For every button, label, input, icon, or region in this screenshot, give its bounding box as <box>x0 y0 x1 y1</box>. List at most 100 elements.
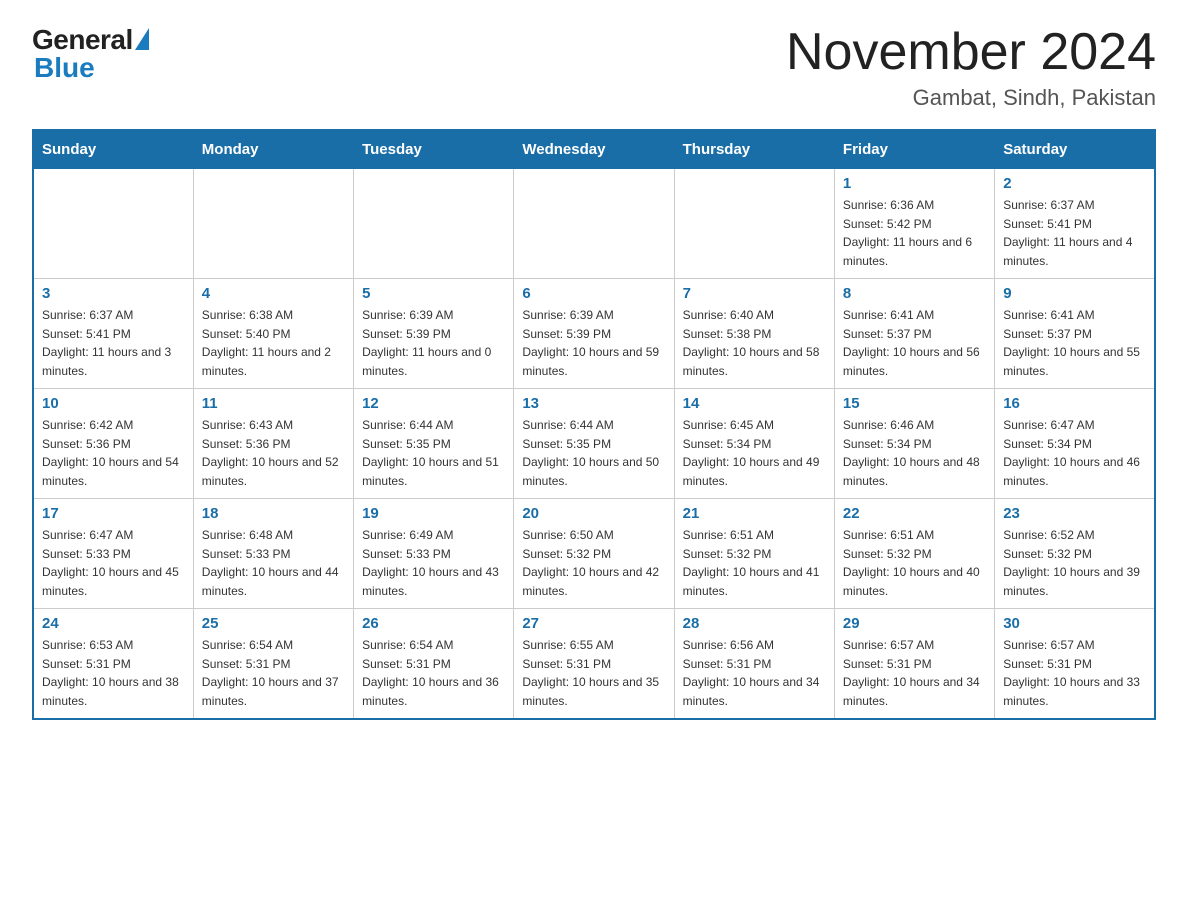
calendar-cell <box>514 169 674 279</box>
day-info: Sunrise: 6:37 AMSunset: 5:41 PMDaylight:… <box>42 308 171 378</box>
day-number: 13 <box>522 395 665 412</box>
calendar-header-row: SundayMondayTuesdayWednesdayThursdayFrid… <box>33 130 1155 169</box>
day-info: Sunrise: 6:43 AMSunset: 5:36 PMDaylight:… <box>202 418 339 488</box>
calendar-week-row: 17Sunrise: 6:47 AMSunset: 5:33 PMDayligh… <box>33 499 1155 609</box>
logo-blue-text: Blue <box>34 52 95 84</box>
calendar-cell: 8 Sunrise: 6:41 AMSunset: 5:37 PMDaylight… <box>834 279 994 389</box>
day-number: 17 <box>42 505 185 522</box>
day-info: Sunrise: 6:47 AMSunset: 5:34 PMDaylight:… <box>1003 418 1140 488</box>
day-number: 22 <box>843 505 986 522</box>
calendar-cell: 23Sunrise: 6:52 AMSunset: 5:32 PMDayligh… <box>995 499 1155 609</box>
day-number: 11 <box>202 395 345 412</box>
calendar-cell: 13 Sunrise: 6:44 AMSunset: 5:35 PMDayligh… <box>514 389 674 499</box>
day-info: Sunrise: 6:57 AMSunset: 5:31 PMDaylight:… <box>843 638 980 708</box>
day-info: Sunrise: 6:56 AMSunset: 5:31 PMDaylight:… <box>683 638 820 708</box>
day-info: Sunrise: 6:42 AMSunset: 5:36 PMDaylight:… <box>42 418 179 488</box>
day-number: 12 <box>362 395 505 412</box>
day-number: 8 <box>843 285 986 302</box>
day-number: 3 <box>42 285 185 302</box>
day-number: 24 <box>42 615 185 632</box>
month-title: November 2024 <box>786 24 1156 81</box>
col-header-wednesday: Wednesday <box>514 130 674 169</box>
calendar-cell: 22 Sunrise: 6:51 AMSunset: 5:32 PMDayligh… <box>834 499 994 609</box>
day-number: 4 <box>202 285 345 302</box>
calendar-cell: 18 Sunrise: 6:48 AMSunset: 5:33 PMDayligh… <box>193 499 353 609</box>
day-number: 19 <box>362 505 505 522</box>
logo-triangle-icon <box>135 28 149 50</box>
calendar-week-row: 1 Sunrise: 6:36 AMSunset: 5:42 PMDaylight… <box>33 169 1155 279</box>
day-info: Sunrise: 6:55 AMSunset: 5:31 PMDaylight:… <box>522 638 659 708</box>
day-number: 25 <box>202 615 345 632</box>
calendar-cell <box>193 169 353 279</box>
calendar-cell: 25 Sunrise: 6:54 AMSunset: 5:31 PMDayligh… <box>193 609 353 719</box>
day-number: 20 <box>522 505 665 522</box>
col-header-sunday: Sunday <box>33 130 193 169</box>
calendar-cell <box>674 169 834 279</box>
calendar-week-row: 10 Sunrise: 6:42 AMSunset: 5:36 PMDayligh… <box>33 389 1155 499</box>
day-number: 30 <box>1003 615 1146 632</box>
day-info: Sunrise: 6:46 AMSunset: 5:34 PMDaylight:… <box>843 418 980 488</box>
day-info: Sunrise: 6:39 AMSunset: 5:39 PMDaylight:… <box>522 308 659 378</box>
day-number: 6 <box>522 285 665 302</box>
day-number: 21 <box>683 505 826 522</box>
calendar-cell: 15 Sunrise: 6:46 AMSunset: 5:34 PMDayligh… <box>834 389 994 499</box>
day-number: 18 <box>202 505 345 522</box>
title-area: November 2024 Gambat, Sindh, Pakistan <box>786 24 1156 111</box>
day-number: 14 <box>683 395 826 412</box>
day-number: 27 <box>522 615 665 632</box>
calendar-cell: 24 Sunrise: 6:53 AMSunset: 5:31 PMDayligh… <box>33 609 193 719</box>
day-number: 1 <box>843 175 986 192</box>
day-info: Sunrise: 6:51 AMSunset: 5:32 PMDaylight:… <box>843 528 980 598</box>
calendar-cell: 16 Sunrise: 6:47 AMSunset: 5:34 PMDayligh… <box>995 389 1155 499</box>
day-info: Sunrise: 6:48 AMSunset: 5:33 PMDaylight:… <box>202 528 339 598</box>
location-text: Gambat, Sindh, Pakistan <box>786 85 1156 111</box>
calendar-cell: 4 Sunrise: 6:38 AMSunset: 5:40 PMDaylight… <box>193 279 353 389</box>
day-info: Sunrise: 6:37 AMSunset: 5:41 PMDaylight:… <box>1003 198 1132 268</box>
day-info: Sunrise: 6:41 AMSunset: 5:37 PMDaylight:… <box>843 308 980 378</box>
day-info: Sunrise: 6:36 AMSunset: 5:42 PMDaylight:… <box>843 198 972 268</box>
calendar-week-row: 24 Sunrise: 6:53 AMSunset: 5:31 PMDayligh… <box>33 609 1155 719</box>
logo: General Blue <box>32 24 149 84</box>
day-number: 10 <box>42 395 185 412</box>
day-info: Sunrise: 6:41 AMSunset: 5:37 PMDaylight:… <box>1003 308 1140 378</box>
calendar-cell: 17Sunrise: 6:47 AMSunset: 5:33 PMDayligh… <box>33 499 193 609</box>
calendar-cell <box>33 169 193 279</box>
day-number: 15 <box>843 395 986 412</box>
day-number: 9 <box>1003 285 1146 302</box>
calendar-cell <box>354 169 514 279</box>
day-info: Sunrise: 6:54 AMSunset: 5:31 PMDaylight:… <box>202 638 339 708</box>
day-info: Sunrise: 6:49 AMSunset: 5:33 PMDaylight:… <box>362 528 499 598</box>
calendar-cell: 1 Sunrise: 6:36 AMSunset: 5:42 PMDaylight… <box>834 169 994 279</box>
calendar-week-row: 3 Sunrise: 6:37 AMSunset: 5:41 PMDaylight… <box>33 279 1155 389</box>
page-header: General Blue November 2024 Gambat, Sindh… <box>32 24 1156 111</box>
calendar-cell: 11 Sunrise: 6:43 AMSunset: 5:36 PMDayligh… <box>193 389 353 499</box>
col-header-monday: Monday <box>193 130 353 169</box>
day-info: Sunrise: 6:38 AMSunset: 5:40 PMDaylight:… <box>202 308 331 378</box>
calendar-cell: 28 Sunrise: 6:56 AMSunset: 5:31 PMDayligh… <box>674 609 834 719</box>
calendar-cell: 10 Sunrise: 6:42 AMSunset: 5:36 PMDayligh… <box>33 389 193 499</box>
day-info: Sunrise: 6:53 AMSunset: 5:31 PMDaylight:… <box>42 638 179 708</box>
calendar-cell: 6 Sunrise: 6:39 AMSunset: 5:39 PMDaylight… <box>514 279 674 389</box>
day-number: 2 <box>1003 175 1146 192</box>
calendar-cell: 7 Sunrise: 6:40 AMSunset: 5:38 PMDaylight… <box>674 279 834 389</box>
day-info: Sunrise: 6:52 AMSunset: 5:32 PMDaylight:… <box>1003 528 1140 598</box>
calendar-cell: 5Sunrise: 6:39 AMSunset: 5:39 PMDaylight… <box>354 279 514 389</box>
calendar-cell: 26Sunrise: 6:54 AMSunset: 5:31 PMDayligh… <box>354 609 514 719</box>
col-header-tuesday: Tuesday <box>354 130 514 169</box>
day-number: 28 <box>683 615 826 632</box>
calendar-cell: 2 Sunrise: 6:37 AMSunset: 5:41 PMDaylight… <box>995 169 1155 279</box>
calendar-cell: 3 Sunrise: 6:37 AMSunset: 5:41 PMDaylight… <box>33 279 193 389</box>
day-info: Sunrise: 6:44 AMSunset: 5:35 PMDaylight:… <box>362 418 499 488</box>
calendar-cell: 9 Sunrise: 6:41 AMSunset: 5:37 PMDaylight… <box>995 279 1155 389</box>
day-info: Sunrise: 6:44 AMSunset: 5:35 PMDaylight:… <box>522 418 659 488</box>
calendar-cell: 14Sunrise: 6:45 AMSunset: 5:34 PMDayligh… <box>674 389 834 499</box>
day-number: 16 <box>1003 395 1146 412</box>
calendar-table: SundayMondayTuesdayWednesdayThursdayFrid… <box>32 129 1156 720</box>
calendar-cell: 20Sunrise: 6:50 AMSunset: 5:32 PMDayligh… <box>514 499 674 609</box>
calendar-cell: 21Sunrise: 6:51 AMSunset: 5:32 PMDayligh… <box>674 499 834 609</box>
col-header-friday: Friday <box>834 130 994 169</box>
day-number: 29 <box>843 615 986 632</box>
day-info: Sunrise: 6:40 AMSunset: 5:38 PMDaylight:… <box>683 308 820 378</box>
day-info: Sunrise: 6:57 AMSunset: 5:31 PMDaylight:… <box>1003 638 1140 708</box>
day-number: 7 <box>683 285 826 302</box>
